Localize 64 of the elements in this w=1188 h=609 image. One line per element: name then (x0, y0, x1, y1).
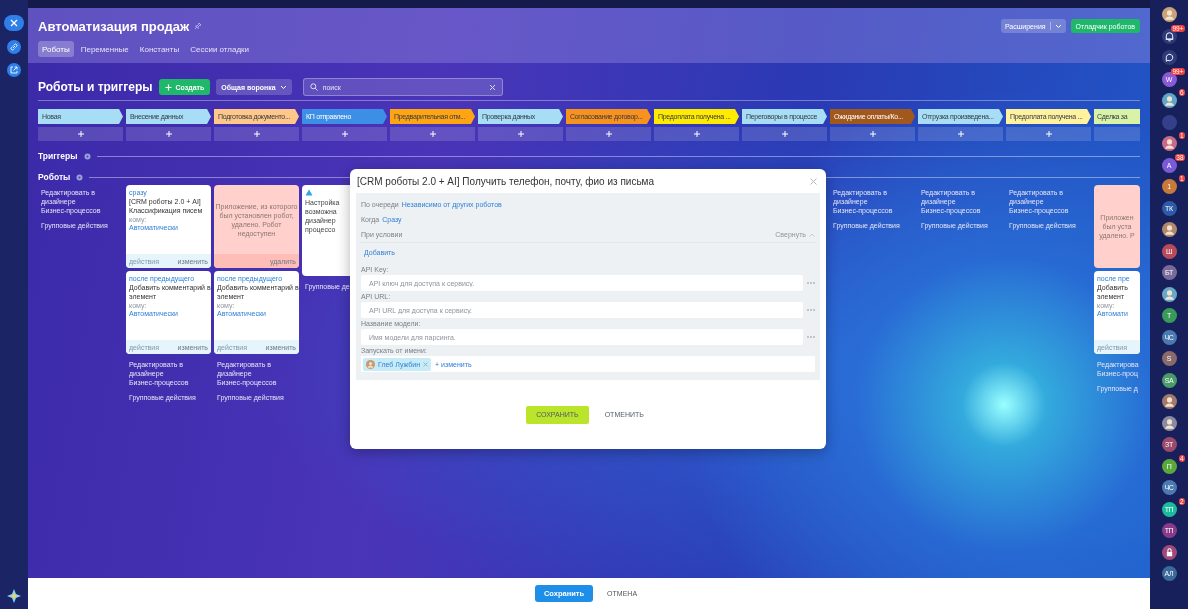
chevron-down-icon (1054, 23, 1062, 29)
close-icon[interactable] (810, 177, 817, 185)
plus-icon (341, 131, 348, 137)
tab[interactable]: Переменные (76, 41, 133, 57)
plus-icon (253, 131, 260, 137)
add-trigger-button[interactable] (302, 127, 387, 141)
help-icon[interactable] (83, 152, 91, 160)
plus-icon (605, 131, 612, 137)
tab[interactable]: Константы (135, 41, 184, 57)
link-icon (10, 43, 18, 51)
section-title: Триггеры (38, 151, 78, 161)
help-icon[interactable] (76, 173, 84, 181)
avatar-placeholder-icon[interactable] (1161, 114, 1177, 130)
avatar-icon[interactable] (1161, 394, 1177, 409)
section-title: Роботы и триггеры (38, 80, 153, 94)
app-logo-icon[interactable] (6, 588, 22, 604)
search-icon (309, 83, 318, 91)
pin-icon[interactable] (194, 22, 203, 30)
add-trigger-button[interactable] (566, 127, 651, 141)
add-trigger-button[interactable] (214, 127, 299, 141)
dialog-title: [CRM роботы 2.0 + AI] Получить телефон, почту, фио из письма (357, 175, 655, 187)
add-trigger-button[interactable] (1094, 127, 1140, 141)
avatar-icon[interactable] (1161, 7, 1177, 22)
avatar-icon[interactable] (1161, 93, 1177, 108)
plus-icon (429, 131, 436, 137)
avatar-icon[interactable] (1161, 415, 1177, 431)
chevron-down-icon (279, 84, 287, 90)
avatar-icon[interactable] (1161, 136, 1177, 151)
remove-icon[interactable] (423, 361, 429, 367)
tab[interactable]: Сессии отладки (186, 41, 254, 57)
avatar-icon[interactable] (1161, 222, 1177, 237)
add-trigger-button[interactable] (742, 127, 827, 141)
plus-icon (693, 131, 700, 137)
plus-icon (77, 131, 84, 137)
plus-icon (781, 131, 788, 137)
close-icon (10, 19, 18, 27)
link-button[interactable] (7, 40, 21, 54)
chat-icon[interactable] (1161, 50, 1177, 65)
avatar-icon (366, 359, 375, 369)
avatar-icon[interactable] (1161, 286, 1177, 302)
add-trigger-button[interactable] (654, 127, 739, 141)
add-trigger-button[interactable] (830, 127, 915, 141)
add-trigger-button[interactable] (38, 127, 123, 141)
add-trigger-button[interactable] (1006, 127, 1091, 141)
add-trigger-button[interactable] (478, 127, 563, 141)
plus-icon (1045, 131, 1052, 137)
lock-icon[interactable] (1161, 544, 1177, 560)
chevron-up-icon[interactable] (809, 232, 815, 237)
warning-icon (305, 189, 313, 196)
clear-icon[interactable] (488, 83, 496, 91)
add-trigger-button[interactable] (390, 127, 475, 141)
add-trigger-button[interactable] (918, 127, 1003, 141)
plus-icon (869, 131, 876, 137)
plus-icon (517, 131, 524, 137)
tab[interactable]: Роботы (38, 41, 74, 57)
external-link-icon (10, 66, 18, 74)
page-title: Автоматизация продаж (38, 18, 190, 34)
plus-icon (165, 131, 172, 137)
section-title: Роботы (38, 172, 71, 182)
plus-icon (957, 131, 964, 137)
close-button[interactable] (4, 15, 24, 31)
add-trigger-button[interactable] (126, 127, 211, 141)
plus-icon (165, 83, 173, 91)
open-window-button[interactable] (7, 63, 21, 77)
